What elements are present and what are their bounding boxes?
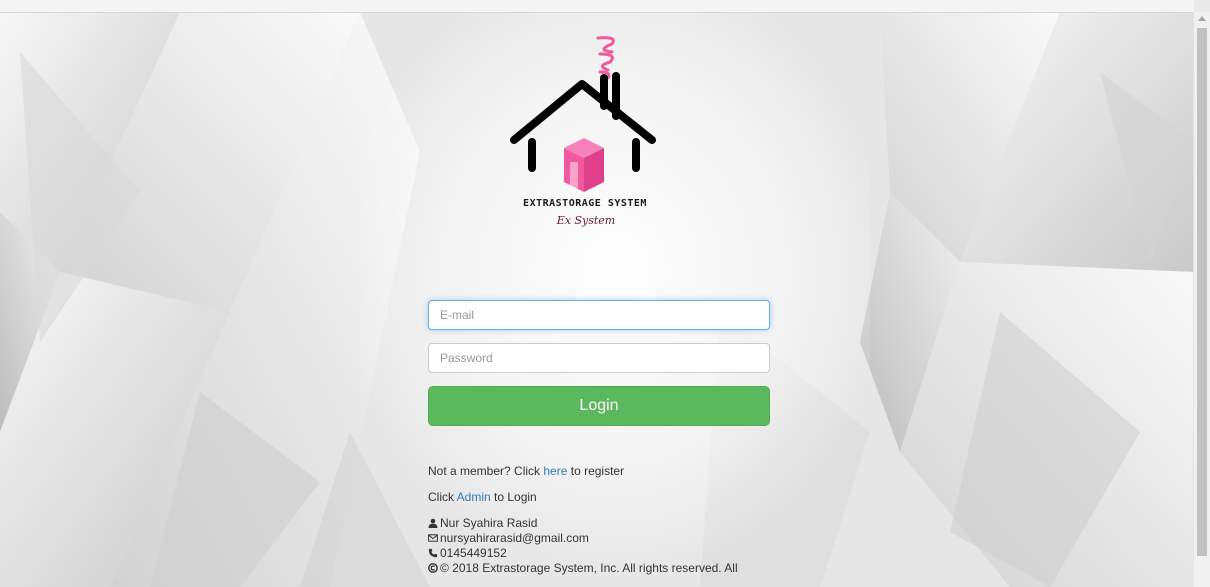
register-link[interactable]: here xyxy=(543,464,567,478)
brand-name: EXTRASTORAGE SYSTEM xyxy=(523,198,647,209)
contact-email-row: nursyahirarasid@gmail.com xyxy=(428,531,738,546)
envelope-icon xyxy=(428,534,438,542)
brand-script: Ex System xyxy=(556,214,616,227)
scrollbar-thumb[interactable] xyxy=(1197,28,1207,556)
admin-login-prompt: Click Admin to Login xyxy=(428,490,537,504)
brand-logo: EXTRASTORAGE SYSTEM Ex System xyxy=(510,36,656,227)
browser-top-strip xyxy=(0,0,1194,13)
contact-info: Nur Syahira Rasid nursyahirarasid@gmail.… xyxy=(428,516,738,576)
contact-phone-row: 0145449152 xyxy=(428,546,738,561)
user-icon xyxy=(428,518,438,528)
login-panel: EXTRASTORAGE SYSTEM Ex System Login Not … xyxy=(0,0,1194,587)
contact-email: nursyahirarasid@gmail.com xyxy=(440,531,589,545)
copyright-icon xyxy=(428,563,438,573)
password-input[interactable] xyxy=(428,343,770,373)
scroll-up-arrow-icon[interactable] xyxy=(1198,16,1206,21)
phone-icon xyxy=(428,548,438,558)
browser-viewport: EXTRASTORAGE SYSTEM Ex System Login Not … xyxy=(0,0,1210,587)
copyright-row: © 2018 Extrastorage System, Inc. All rig… xyxy=(428,561,738,576)
page-scrollbar[interactable] xyxy=(1193,12,1210,587)
contact-phone: 0145449152 xyxy=(440,546,507,560)
contact-name: Nur Syahira Rasid xyxy=(440,516,538,530)
login-button[interactable]: Login xyxy=(428,386,770,426)
chimney-smoke-icon xyxy=(596,36,615,82)
admin-login-link[interactable]: Admin xyxy=(457,490,491,504)
email-input[interactable] xyxy=(428,300,770,330)
copyright-text: © 2018 Extrastorage System, Inc. All rig… xyxy=(440,561,738,575)
register-prompt: Not a member? Click here to register xyxy=(428,464,625,478)
contact-name-row: Nur Syahira Rasid xyxy=(428,516,738,531)
storage-box-icon xyxy=(564,138,604,192)
